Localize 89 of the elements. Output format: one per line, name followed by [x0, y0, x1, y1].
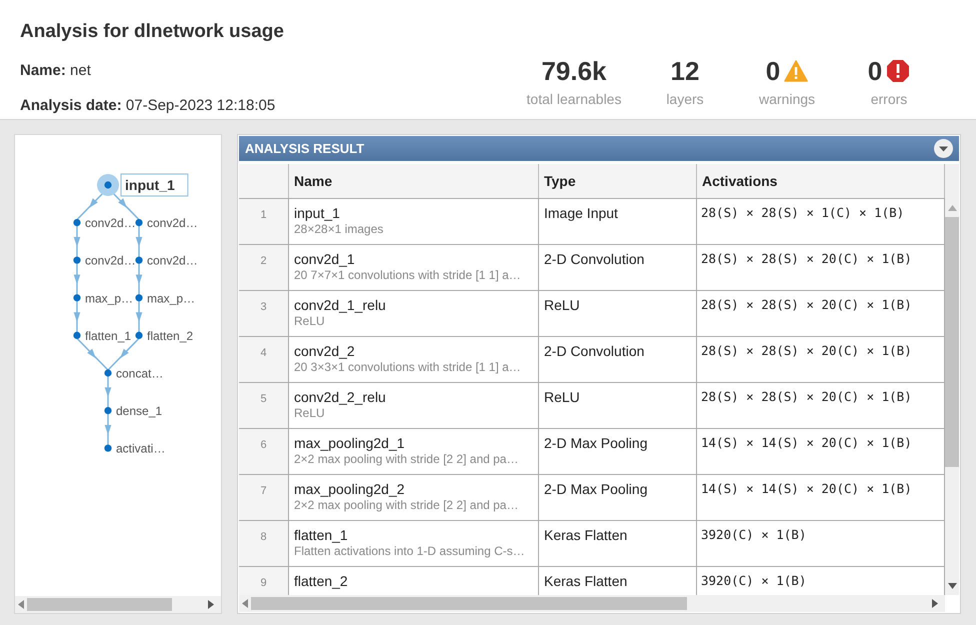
row-number: 8 [239, 521, 289, 566]
layer-description: 2×2 max pooling with stride [2 2] and pa… [294, 452, 520, 467]
row-number: 5 [239, 383, 289, 428]
selected-node-label[interactable]: input_1 [120, 174, 188, 196]
edge-arrow [104, 414, 112, 446]
row-number: 7 [239, 475, 289, 520]
stat-value: 12 [670, 54, 700, 88]
layer-type: 2-D Max Pooling [539, 475, 697, 520]
layer-type: 2-D Max Pooling [539, 429, 697, 474]
edge-arrow [136, 300, 142, 332]
layer-description: Flatten activations into 1-D assuming C-s… [294, 544, 526, 559]
dropdown-icon[interactable] [934, 139, 953, 158]
graph-node[interactable] [104, 369, 112, 377]
graph-node[interactable] [135, 332, 143, 339]
graph-node[interactable] [73, 332, 81, 339]
node-label: dense_1 [116, 404, 162, 418]
layer-type: 2-D Convolution [539, 337, 697, 382]
layer-description: 20 7×7×1 convolutions with stride [1 1] a… [294, 268, 522, 283]
graph-node[interactable] [135, 256, 143, 264]
layer-name: conv2d_1_relu [294, 296, 387, 314]
layer-description: 2×2 max pooling with stride [2 2] and pa… [294, 498, 520, 513]
result-title: ANALYSIS RESULT [245, 140, 364, 158]
warning-icon [784, 60, 808, 82]
layer-name: conv2d_2 [294, 342, 356, 360]
analysis-title: Analysis for dlnetwork usage [20, 20, 284, 44]
node-label: flatten_2 [147, 328, 194, 343]
horizontal-scrollbar[interactable] [15, 596, 221, 613]
layer-name: flatten_2 [294, 572, 349, 590]
row-number: 2 [239, 245, 289, 290]
layer-name: input_1 [294, 204, 341, 222]
stat-value: 0 [868, 54, 882, 88]
node-label: conv2d… [85, 254, 136, 268]
row-number: 9 [239, 567, 289, 595]
scrollbar-thumb[interactable] [27, 598, 172, 611]
edge-arrow [74, 263, 80, 295]
row-number: 6 [239, 429, 289, 474]
layer-name: max_pooling2d_1 [294, 434, 406, 452]
layer-name: conv2d_2_relu [294, 388, 387, 406]
layer-type: ReLU [539, 383, 697, 428]
stat-label: warnings [758, 90, 816, 109]
row-number: 4 [239, 337, 289, 382]
stat-value: 0 [766, 54, 780, 88]
row-number: 1 [239, 199, 289, 244]
layer-name: flatten_1 [294, 526, 349, 544]
edge-arrow [74, 300, 80, 332]
edge-arrow [104, 376, 112, 408]
graph-node[interactable] [135, 294, 143, 302]
edge-arrow [136, 226, 142, 258]
graph-node[interactable] [104, 407, 112, 414]
node-label: activati… [116, 442, 166, 456]
graph-node[interactable] [104, 444, 112, 452]
row-number: 3 [239, 291, 289, 336]
error-icon [886, 59, 910, 83]
layer-type: Keras Flatten [539, 521, 697, 566]
layer-name: max_pooling2d_2 [294, 480, 406, 498]
stat-label: errors [870, 90, 908, 109]
node-label: max_p… [147, 291, 196, 306]
column-header[interactable]: Name [289, 164, 539, 198]
stat-label: total learnables [526, 90, 622, 109]
scrollbar-thumb[interactable] [945, 217, 959, 467]
layer-name: conv2d_1 [294, 250, 356, 268]
layer-type: 2-D Convolution [539, 245, 697, 290]
graph-node[interactable] [104, 181, 112, 189]
graph-node[interactable] [135, 219, 143, 226]
edge-arrow [136, 263, 142, 295]
info-line: Analysis date: 07-Sep-2023 12:18:05 [20, 96, 276, 116]
horizontal-scrollbar[interactable] [239, 595, 945, 612]
layer-type: Image Input [539, 199, 697, 244]
node-label: flatten_1 [85, 328, 132, 343]
stat-label: layers [666, 90, 704, 109]
layer-description: ReLU [294, 314, 326, 329]
layer-type: ReLU [539, 291, 697, 336]
node-label: conv2d… [85, 216, 136, 230]
info-line: Name: net [20, 60, 92, 80]
layer-description: 20 3×3×1 convolutions with stride [1 1] a… [294, 360, 522, 375]
layer-description: 28×28×1 images [294, 222, 384, 237]
layer-description: ReLU [294, 406, 326, 421]
node-label: concat… [116, 366, 164, 380]
node-label: conv2d… [147, 216, 198, 230]
graph-node[interactable] [73, 256, 81, 264]
edge-arrow [74, 226, 80, 258]
scroll-down-icon[interactable] [948, 583, 956, 589]
node-label: conv2d… [147, 254, 198, 268]
node-label: max_p… [85, 291, 134, 306]
column-header[interactable]: Type [539, 164, 697, 198]
graph-node[interactable] [73, 219, 81, 226]
stat-value: 79.6k [541, 54, 607, 88]
scrollbar-thumb[interactable] [251, 597, 687, 610]
graph-node[interactable] [73, 294, 81, 302]
